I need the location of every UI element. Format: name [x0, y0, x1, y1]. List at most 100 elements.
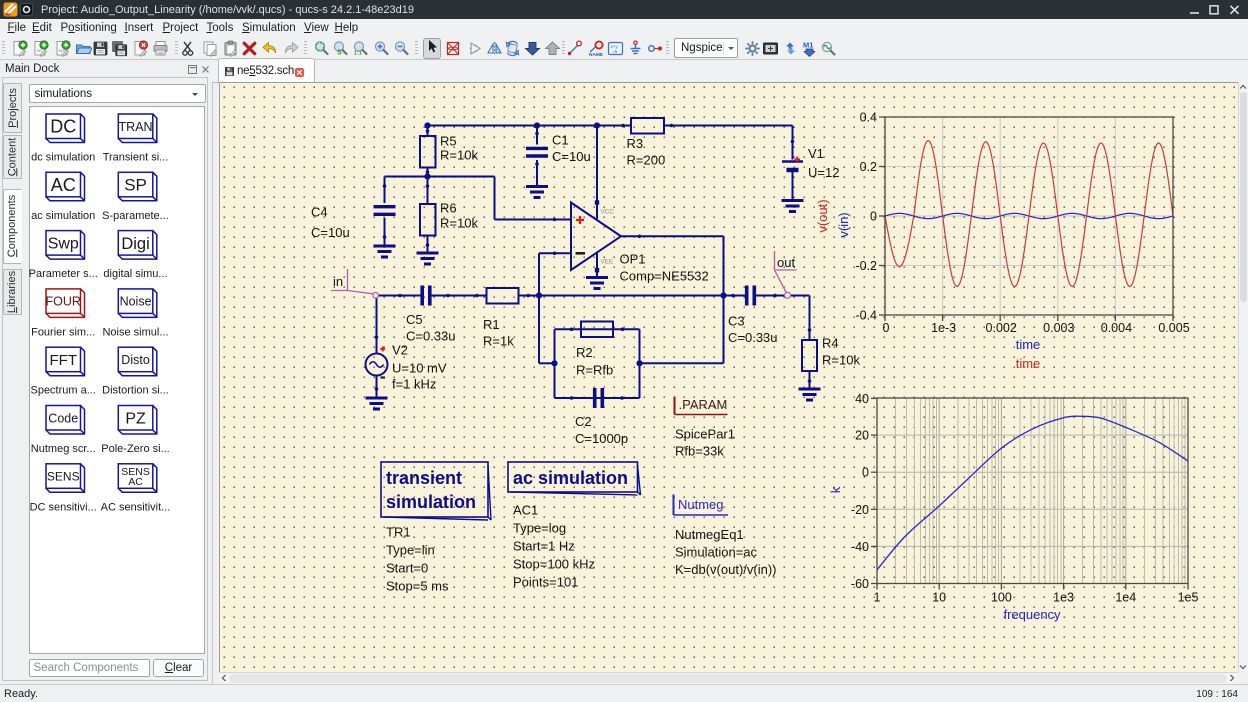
svg-text:C4: C4 [311, 204, 328, 219]
svg-text:SpicePar1: SpicePar1 [675, 427, 735, 442]
svg-text:C=0.33u: C=0.33u [406, 329, 456, 344]
svg-text:0: 0 [883, 321, 890, 335]
svg-text:0: 0 [870, 210, 877, 224]
svg-text:Start=0: Start=0 [386, 561, 428, 576]
svg-text:TRAN: TRAN [119, 120, 153, 134]
svg-text:R=1k: R=1k [483, 334, 514, 349]
svg-text:S: S [337, 50, 342, 57]
svg-text:SENS: SENS [47, 469, 80, 483]
svg-text:simulation: simulation [386, 492, 476, 512]
svg-text:Transient si...: Transient si... [103, 152, 169, 164]
svg-text:10: 10 [932, 591, 946, 605]
svg-text:R=Rfb: R=Rfb [576, 363, 613, 378]
svg-text:C3: C3 [728, 314, 745, 329]
svg-text:U=12: U=12 [808, 165, 839, 180]
svg-text:NutmegEq1: NutmegEq1 [675, 527, 744, 542]
svg-text:-0.4: -0.4 [855, 309, 877, 323]
svg-text:Disto: Disto [121, 353, 150, 367]
svg-text:Start=1 Hz: Start=1 Hz [513, 539, 575, 554]
svg-text:1e-3: 1e-3 [931, 321, 956, 335]
svg-text:NAME: NAME [589, 52, 604, 57]
svg-text:Distortion si...: Distortion si... [102, 385, 169, 397]
svg-text:U=10 mV: U=10 mV [392, 361, 447, 376]
svg-text:DC sensitivi...: DC sensitivi... [30, 501, 97, 513]
svg-text:0.004: 0.004 [1101, 321, 1132, 335]
svg-text:Nutmeg scr...: Nutmeg scr... [31, 443, 96, 455]
svg-text:AC: AC [128, 476, 143, 488]
svg-text:AC1: AC1 [513, 503, 538, 518]
svg-text:AC sensitivit...: AC sensitivit... [101, 501, 171, 513]
svg-text:-20: -20 [851, 503, 869, 517]
svg-text:Points=101: Points=101 [513, 575, 578, 590]
svg-text:=5: =5 [612, 49, 618, 54]
svg-text:40: 40 [855, 392, 869, 406]
svg-text:Noise simul...: Noise simul... [102, 326, 168, 338]
svg-text:VCC: VCC [601, 209, 615, 216]
svg-text:V1: V1 [808, 146, 824, 161]
svg-text:0.003: 0.003 [1043, 321, 1074, 335]
svg-text:frequency: frequency [1003, 607, 1061, 622]
svg-text:C=10u: C=10u [552, 149, 591, 164]
svg-text:time: time [1016, 356, 1041, 371]
svg-text:C=0.33u: C=0.33u [728, 330, 778, 345]
svg-text:C=1000p: C=1000p [575, 431, 628, 446]
svg-text:R1: R1 [483, 317, 500, 332]
svg-text:R=10k: R=10k [440, 148, 478, 163]
svg-text:Noise: Noise [120, 295, 152, 309]
svg-text:Stop=100 kHz: Stop=100 kHz [513, 557, 595, 572]
svg-text:R6: R6 [440, 201, 457, 216]
svg-text:f=1 kHz: f=1 kHz [392, 377, 436, 392]
svg-text:Code: Code [48, 411, 78, 425]
svg-text:100: 100 [991, 591, 1012, 605]
svg-text:v(out): v(out) [815, 199, 830, 232]
svg-text:Fourier sim...: Fourier sim... [31, 326, 95, 338]
svg-text:1e3: 1e3 [1053, 591, 1074, 605]
svg-text:in: in [333, 274, 343, 289]
svg-text:-60: -60 [851, 577, 869, 591]
svg-text:0.002: 0.002 [986, 321, 1017, 335]
svg-text:R3: R3 [627, 136, 644, 151]
svg-text:C=10u: C=10u [311, 225, 350, 240]
svg-text:-40: -40 [851, 540, 869, 554]
svg-text:20: 20 [855, 429, 869, 443]
svg-text:1:1: 1:1 [354, 51, 362, 57]
svg-text:digital simu...: digital simu... [103, 268, 167, 280]
svg-text:1e5: 1e5 [1178, 591, 1199, 605]
svg-text:C1: C1 [552, 133, 569, 148]
svg-text:0.005: 0.005 [1158, 321, 1189, 335]
svg-text:Rfb=33k: Rfb=33k [675, 444, 724, 459]
svg-text:0.2: 0.2 [860, 160, 877, 174]
svg-text:Type=log: Type=log [513, 521, 566, 536]
svg-text:R4: R4 [822, 336, 839, 351]
svg-text:time: time [1016, 337, 1041, 352]
svg-text:R=10k: R=10k [440, 216, 478, 231]
svg-text:1e4: 1e4 [1115, 591, 1136, 605]
svg-text:0.4: 0.4 [860, 111, 877, 125]
svg-text:1: 1 [874, 591, 881, 605]
svg-text:Simulation=ac: Simulation=ac [675, 545, 758, 560]
svg-text:VEE: VEE [601, 259, 614, 266]
svg-text:M1: M1 [803, 41, 813, 50]
svg-text:R=200: R=200 [627, 153, 666, 168]
svg-text:Parameter s...: Parameter s... [29, 268, 98, 280]
svg-text:S-paramete...: S-paramete... [102, 210, 169, 222]
svg-text:Spectrum a...: Spectrum a... [30, 385, 95, 397]
svg-text:PZ: PZ [125, 411, 146, 428]
svg-text:R5: R5 [440, 134, 457, 149]
svg-text:TR1: TR1 [386, 525, 411, 540]
svg-text:R=10k: R=10k [822, 353, 860, 368]
svg-text:v(in): v(in) [836, 212, 851, 237]
svg-text:FFT: FFT [50, 352, 78, 369]
svg-text:ac simulation: ac simulation [513, 468, 628, 488]
svg-text:0: 0 [862, 466, 869, 480]
svg-text:-0.2: -0.2 [855, 259, 877, 273]
svg-text:transient: transient [386, 468, 462, 488]
svg-text:out: out [777, 255, 795, 270]
svg-text:Type=lin: Type=lin [386, 543, 435, 558]
svg-text:k: k [828, 486, 843, 493]
svg-text:Swp: Swp [48, 236, 79, 253]
svg-text:Nutmeg: Nutmeg [678, 497, 724, 512]
svg-text:K=db(v(out)/v(in)): K=db(v(out)/v(in)) [675, 562, 777, 577]
svg-text:Stop=5 ms: Stop=5 ms [386, 579, 449, 594]
svg-text:C2: C2 [575, 414, 592, 429]
